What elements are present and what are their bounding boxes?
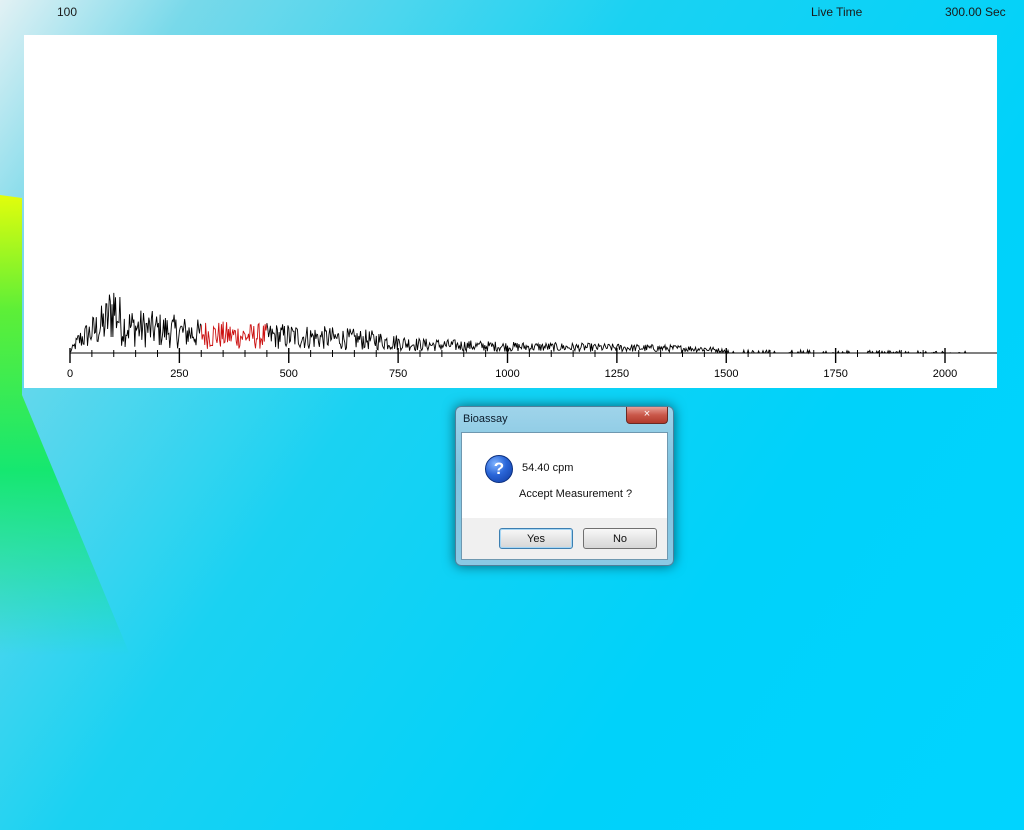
spectrum-chart-panel: 0 250 500 750 1000 1250 1500 1750 2000: [24, 35, 997, 388]
scale-max-label: 100: [57, 5, 78, 19]
live-time-value: 300.00: [945, 5, 982, 19]
x-tick-label: 1750: [823, 368, 847, 380]
x-tick-label: 250: [170, 368, 188, 380]
close-icon[interactable]: ×: [626, 407, 668, 424]
dialog-client-area: ? 54.40 cpm Accept Measurement ? Yes No: [461, 432, 668, 560]
x-tick-label: 1250: [605, 368, 629, 380]
bioassay-dialog: Bioassay × ? 54.40 cpm Accept Measuremen…: [455, 406, 674, 566]
x-tick-label: 750: [389, 368, 407, 380]
x-tick-label: 2000: [933, 368, 957, 380]
spectrum-chart: 0 250 500 750 1000 1250 1500 1750 2000: [67, 292, 997, 380]
spectrum-trace: [69, 292, 202, 353]
x-tick-label: 500: [280, 368, 298, 380]
yes-button[interactable]: Yes: [499, 528, 573, 549]
no-button[interactable]: No: [583, 528, 657, 549]
x-tick-label: 1500: [714, 368, 738, 380]
x-tick-label: 1000: [495, 368, 519, 380]
measurement-result: 54.40 cpm: [522, 462, 574, 474]
live-time-unit: Sec: [985, 5, 1006, 19]
dialog-title: Bioassay: [463, 413, 508, 425]
live-time-label: Live Time: [811, 5, 863, 19]
question-icon: ?: [485, 455, 513, 483]
dialog-message-area: ? 54.40 cpm Accept Measurement ?: [462, 433, 667, 518]
spectrum-trace: [266, 323, 967, 355]
accept-prompt: Accept Measurement ?: [519, 488, 633, 500]
x-tick-label: 0: [67, 368, 73, 380]
roi-trace: [200, 321, 268, 349]
